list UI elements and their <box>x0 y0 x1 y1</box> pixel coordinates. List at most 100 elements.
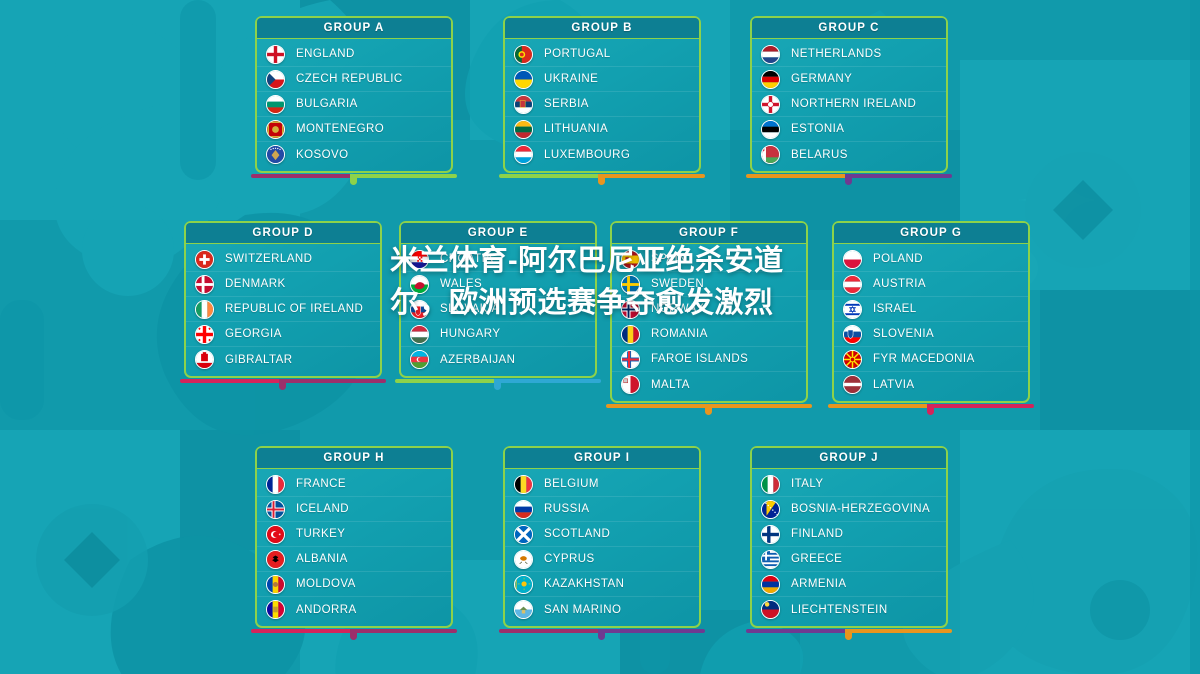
team-row[interactable]: ALBANIA <box>257 547 451 572</box>
team-row[interactable]: ISRAEL <box>834 297 1028 322</box>
team-name: ALBANIA <box>296 553 348 565</box>
team-row[interactable]: SLOVENIA <box>834 322 1028 347</box>
team-row[interactable]: REPUBLIC OF IRELAND <box>186 297 380 322</box>
ribbon-notch <box>844 174 852 185</box>
team-name: CYPRUS <box>544 553 595 565</box>
team-row[interactable]: SWITZERLAND <box>186 247 380 272</box>
ribbon-notch <box>844 629 852 640</box>
team-row[interactable]: AZERBAIJAN <box>401 347 595 372</box>
team-row[interactable]: NETHERLANDS <box>752 42 946 67</box>
ribbon-left <box>606 404 714 408</box>
ribbon-left <box>499 174 607 178</box>
flag-icon-northern-ireland <box>761 94 780 114</box>
team-row[interactable]: GERMANY <box>752 67 946 92</box>
flag-icon-belgium <box>514 474 533 494</box>
team-name: BULGARIA <box>296 98 358 110</box>
team-list: POLAND AUSTRIA ISRAEL SLOVENIA FYR MACEDONIA… <box>834 244 1028 401</box>
team-name: FRANCE <box>296 478 346 490</box>
flag-icon-belarus <box>761 145 780 164</box>
flag-icon-greece <box>761 549 780 569</box>
team-name: ROMANIA <box>651 328 708 340</box>
team-name: BELGIUM <box>544 478 599 490</box>
team-name: SERBIA <box>544 98 589 110</box>
group-header-j: GROUP J <box>752 448 946 469</box>
team-row[interactable]: ESTONIA <box>752 117 946 142</box>
team-row[interactable]: BOSNIA-HERZEGOVINA <box>752 497 946 522</box>
flag-icon-poland <box>843 249 862 269</box>
team-row[interactable]: ANDORRA <box>257 597 451 622</box>
card-ribbon-g <box>828 401 1034 415</box>
team-row[interactable]: LIECHTENSTEIN <box>752 597 946 622</box>
group-card-c: GROUP C NETHERLANDS GERMANY NORTHERN IRELAN… <box>746 16 952 185</box>
team-row[interactable]: KAZAKHSTAN <box>505 572 699 597</box>
team-row[interactable]: PORTUGAL <box>505 42 699 67</box>
flag-icon-san-marino <box>514 600 533 619</box>
team-row[interactable]: GEORGIA <box>186 322 380 347</box>
team-name: MALTA <box>651 378 690 391</box>
team-row[interactable]: FRANCE <box>257 472 451 497</box>
team-row[interactable]: ITALY <box>752 472 946 497</box>
group-header-g: GROUP G <box>834 223 1028 244</box>
team-row[interactable]: BELGIUM <box>505 472 699 497</box>
team-row[interactable]: RUSSIA <box>505 497 699 522</box>
group-header-a: GROUP A <box>257 18 451 39</box>
team-row[interactable]: MONTENEGRO <box>257 117 451 142</box>
flag-icon-malta <box>621 375 640 394</box>
team-row[interactable]: CZECH REPUBLIC <box>257 67 451 92</box>
flag-icon-germany <box>761 69 780 89</box>
flag-icon-austria <box>843 274 862 294</box>
team-row[interactable]: KOSOVO <box>257 142 451 167</box>
team-row[interactable]: HUNGARY <box>401 322 595 347</box>
flag-icon-italy <box>761 474 780 494</box>
team-row[interactable]: SAN MARINO <box>505 597 699 622</box>
team-row[interactable]: BULGARIA <box>257 92 451 117</box>
ribbon-left <box>828 404 936 408</box>
ribbon-notch <box>704 404 712 415</box>
team-name: CZECH REPUBLIC <box>296 73 403 85</box>
team-row[interactable]: SERBIA <box>505 92 699 117</box>
team-row[interactable]: FAROE ISLANDS <box>612 347 806 372</box>
group-title: GROUP B <box>571 22 633 34</box>
team-name: GEORGIA <box>225 328 282 340</box>
flag-icon-kazakhstan <box>514 574 533 594</box>
team-row[interactable]: DENMARK <box>186 272 380 297</box>
team-row[interactable]: CYPRUS <box>505 547 699 572</box>
group-card-b: GROUP B PORTUGAL UKRAINE SERBIA LITHUANIA LUX… <box>499 16 705 185</box>
flag-icon-israel <box>843 299 862 319</box>
flag-icon-fyr-macedonia <box>843 349 862 369</box>
team-name: BELARUS <box>791 148 848 161</box>
team-row[interactable]: LITHUANIA <box>505 117 699 142</box>
ribbon-right <box>349 629 457 633</box>
team-row[interactable]: BELARUS <box>752 142 946 167</box>
group-title: GROUP J <box>819 452 879 464</box>
team-name: NORTHERN IRELAND <box>791 98 917 110</box>
team-name: HUNGARY <box>440 328 501 340</box>
team-row[interactable]: AUSTRIA <box>834 272 1028 297</box>
ribbon-notch <box>349 629 357 640</box>
team-row[interactable]: SCOTLAND <box>505 522 699 547</box>
flag-icon-andorra <box>266 600 285 619</box>
team-row[interactable]: ENGLAND <box>257 42 451 67</box>
team-row[interactable]: ARMENIA <box>752 572 946 597</box>
team-row[interactable]: LUXEMBOURG <box>505 142 699 167</box>
team-row[interactable]: GIBRALTAR <box>186 347 380 372</box>
group-title: GROUP I <box>573 452 631 464</box>
team-row[interactable]: FINLAND <box>752 522 946 547</box>
team-name: SWITZERLAND <box>225 253 313 265</box>
team-row[interactable]: LATVIA <box>834 372 1028 397</box>
team-row[interactable]: TURKEY <box>257 522 451 547</box>
team-row[interactable]: ICELAND <box>257 497 451 522</box>
team-row[interactable]: MOLDOVA <box>257 572 451 597</box>
team-row[interactable]: FYR MACEDONIA <box>834 347 1028 372</box>
team-row[interactable]: MALTA <box>612 372 806 397</box>
team-row[interactable]: NORTHERN IRELAND <box>752 92 946 117</box>
ribbon-notch <box>278 379 286 390</box>
team-name: POLAND <box>873 253 923 265</box>
team-row[interactable]: UKRAINE <box>505 67 699 92</box>
team-row[interactable]: GREECE <box>752 547 946 572</box>
ribbon-notch <box>597 174 605 185</box>
team-row[interactable]: POLAND <box>834 247 1028 272</box>
team-name: SCOTLAND <box>544 528 611 540</box>
team-row[interactable]: ROMANIA <box>612 322 806 347</box>
flag-icon-faroe-islands <box>621 349 640 369</box>
